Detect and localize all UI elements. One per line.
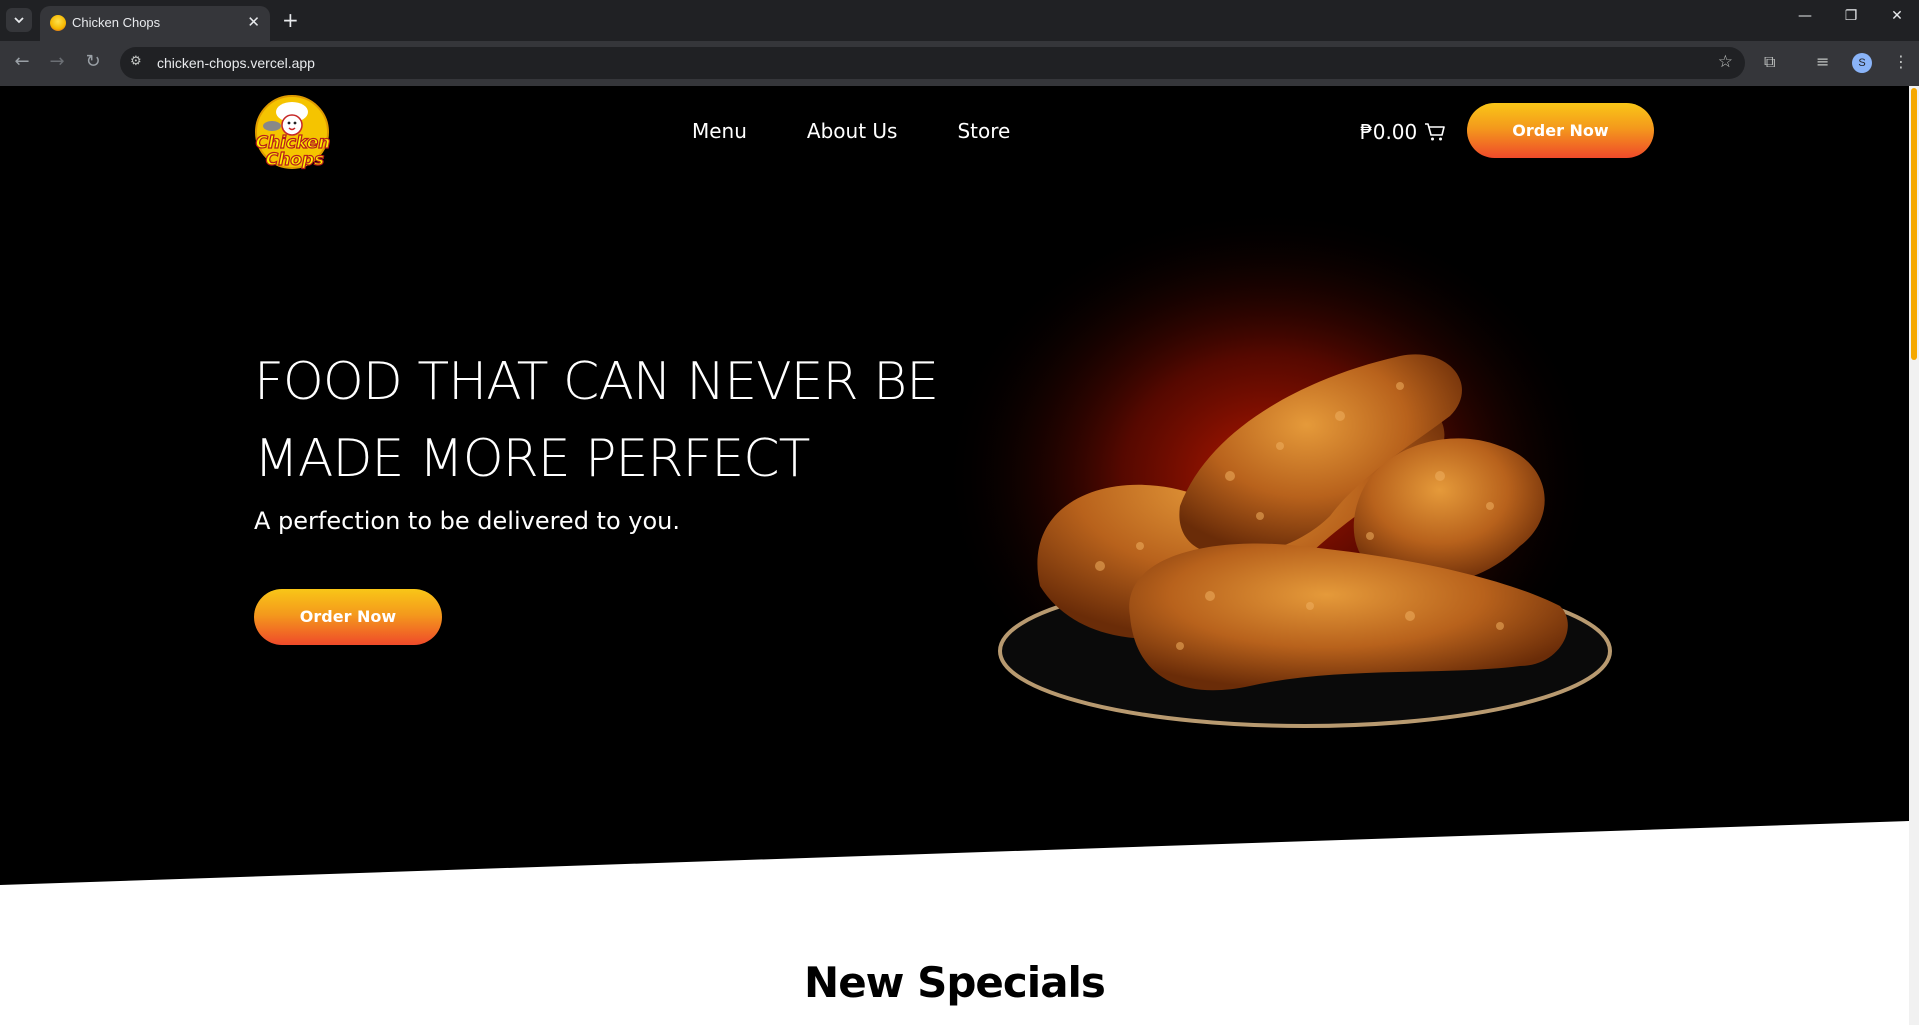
favicon-icon: [50, 15, 66, 31]
browser-tabbar: Chicken Chops ✕ + — ❐ ✕: [0, 0, 1919, 41]
url-text[interactable]: chicken-chops.vercel.app: [157, 55, 315, 71]
media-control-icon[interactable]: ≡: [1816, 52, 1829, 71]
bookmark-star-icon[interactable]: ☆: [1718, 52, 1733, 72]
hero-title: FOOD THAT CAN NEVER BE MADE MORE PERFECT: [254, 352, 939, 489]
back-icon[interactable]: ←: [10, 51, 34, 72]
site-info-icon[interactable]: ⚙: [130, 54, 142, 69]
browser-tab[interactable]: Chicken Chops ✕: [40, 6, 270, 41]
nav-about-us[interactable]: About Us: [807, 119, 898, 143]
extensions-icon[interactable]: ⧉: [1764, 52, 1775, 72]
more-menu-icon[interactable]: ⋮: [1893, 52, 1909, 71]
main-nav: Menu About Us Store: [692, 119, 1010, 143]
new-tab-button[interactable]: +: [282, 8, 299, 32]
nav-menu[interactable]: Menu: [692, 119, 747, 143]
forward-icon[interactable]: →: [45, 51, 69, 72]
order-now-hero-button[interactable]: Order Now: [254, 589, 442, 645]
browser-toolbar: ← → ↻ ⚙ chicken-chops.vercel.app ☆ ⧉ ≡ S…: [0, 41, 1919, 86]
fried-chicken-image: [998, 354, 1612, 728]
page-scrollbar[interactable]: [1909, 86, 1919, 1025]
chicken-chops-logo[interactable]: Chicken Chops: [252, 92, 334, 172]
address-bar[interactable]: ⚙ chicken-chops.vercel.app ☆: [120, 47, 1745, 79]
logo-text-line-2: Chops: [266, 150, 325, 170]
profile-avatar[interactable]: S: [1852, 53, 1872, 73]
reload-icon[interactable]: ↻: [81, 51, 105, 72]
scrollbar-thumb[interactable]: [1911, 88, 1917, 360]
close-tab-icon[interactable]: ✕: [247, 13, 260, 31]
tab-search-button[interactable]: [6, 8, 32, 32]
tab-title: Chicken Chops: [72, 15, 161, 30]
cart-total[interactable]: ₱0.00: [1360, 120, 1417, 144]
hero-subtitle: A perfection to be delivered to you.: [254, 507, 680, 535]
minimize-icon[interactable]: —: [1790, 8, 1820, 24]
order-now-header-button[interactable]: Order Now: [1467, 103, 1654, 158]
new-specials-heading: New Specials: [804, 958, 1106, 1007]
chevron-down-icon: [14, 17, 24, 24]
web-page: Chicken Chops Menu About Us Store ₱0.00 …: [0, 86, 1909, 1025]
nav-store[interactable]: Store: [957, 119, 1010, 143]
restore-icon[interactable]: ❐: [1836, 8, 1866, 24]
cart-icon[interactable]: [1424, 122, 1446, 142]
close-window-icon[interactable]: ✕: [1882, 8, 1912, 24]
